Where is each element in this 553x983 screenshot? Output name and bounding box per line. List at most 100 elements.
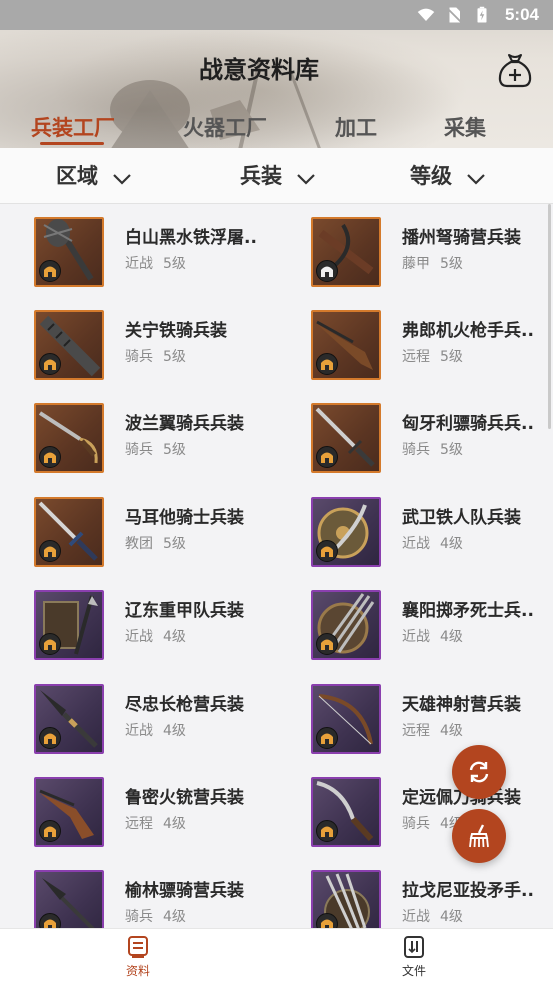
- clear-button[interactable]: [452, 809, 506, 863]
- item-level: 4级: [163, 816, 186, 832]
- item-type: 藤甲: [402, 256, 430, 272]
- item-name: 弗郎机火枪手兵..: [402, 321, 534, 341]
- item-thumbnail: [311, 777, 381, 847]
- item-name: 襄阳掷矛死士兵..: [402, 601, 534, 621]
- helmet-badge-icon: [39, 446, 61, 468]
- helmet-badge-icon: [316, 727, 338, 749]
- item-thumbnail: [34, 497, 104, 567]
- item-name: 辽东重甲队兵装: [125, 601, 244, 621]
- filter-level-label: 等级: [410, 164, 452, 188]
- filter-level[interactable]: 等级: [410, 160, 486, 190]
- tab-firearm-factory[interactable]: 火器工厂: [183, 112, 267, 142]
- helmet-badge-icon: [316, 353, 338, 375]
- helmet-badge-icon: [316, 540, 338, 562]
- item-level: 4级: [440, 629, 463, 645]
- no-sim-icon: [446, 7, 462, 23]
- item-type: 近战: [125, 723, 153, 739]
- nav-item-files[interactable]: 文件: [384, 935, 444, 979]
- item-name: 白山黑水铁浮屠..: [125, 228, 257, 248]
- item-thumbnail: [34, 777, 104, 847]
- item-level: 5级: [440, 442, 463, 458]
- item-name: 关宁铁骑兵装: [125, 321, 227, 341]
- item-level: 5级: [163, 256, 186, 272]
- wifi-icon: [417, 8, 435, 21]
- item-type: 近战: [402, 629, 430, 645]
- refresh-button[interactable]: [452, 745, 506, 799]
- broom-icon: [469, 824, 489, 848]
- list-item[interactable]: 拉戈尼亚投矛手.. 近战 4级: [311, 870, 553, 928]
- item-thumbnail: [311, 497, 381, 567]
- list-item[interactable]: 武卫铁人队兵装 近战 4级: [311, 497, 553, 577]
- helmet-badge-icon: [316, 446, 338, 468]
- bottom-nav: 资料 文件: [0, 928, 553, 983]
- item-name: 波兰翼骑兵兵装: [125, 414, 244, 434]
- helmet-badge-icon: [39, 820, 61, 842]
- active-tab-indicator: [40, 142, 104, 145]
- list-item[interactable]: 匈牙利骠骑兵兵.. 骑兵 5级: [311, 403, 553, 483]
- item-name: 尽忠长枪营兵装: [125, 695, 244, 715]
- filter-region[interactable]: 区域: [56, 160, 132, 190]
- nav-item-database[interactable]: 资料: [108, 935, 168, 979]
- helmet-badge-icon: [39, 633, 61, 655]
- item-name: 榆林骠骑营兵装: [125, 881, 244, 901]
- helmet-badge-icon: [39, 353, 61, 375]
- tab-armory-factory[interactable]: 兵装工厂: [31, 112, 115, 142]
- nav-label: 文件: [401, 964, 426, 978]
- scrollbar[interactable]: [548, 204, 551, 429]
- item-thumbnail: [311, 217, 381, 287]
- list-item[interactable]: 辽东重甲队兵装 近战 4级: [34, 590, 304, 670]
- status-bar: 5:04: [0, 0, 553, 30]
- item-type: 教团: [125, 536, 153, 552]
- item-name: 天雄神射营兵装: [402, 695, 521, 715]
- filter-equipment-label: 兵装: [240, 164, 282, 188]
- item-thumbnail: [34, 684, 104, 754]
- list-item[interactable]: 播州弩骑营兵装 藤甲 5级: [311, 217, 553, 297]
- item-name: 武卫铁人队兵装: [402, 508, 521, 528]
- helmet-badge-icon: [39, 260, 61, 282]
- item-type: 近战: [402, 536, 430, 552]
- item-type: 远程: [402, 723, 430, 739]
- chevron-down-icon: [113, 174, 131, 185]
- helmet-badge-icon: [39, 727, 61, 749]
- item-thumbnail: [311, 403, 381, 473]
- item-thumbnail: [311, 870, 381, 928]
- refresh-icon: [469, 761, 489, 783]
- item-level: 4级: [163, 723, 186, 739]
- item-level: 4级: [440, 536, 463, 552]
- list-item[interactable]: 马耳他骑士兵装 教团 5级: [34, 497, 304, 577]
- item-type: 近战: [125, 256, 153, 272]
- status-time: 5:04: [504, 5, 539, 24]
- item-thumbnail: [34, 217, 104, 287]
- list-item[interactable]: 尽忠长枪营兵装 近战 4级: [34, 684, 304, 764]
- list-item[interactable]: 关宁铁骑兵装 骑兵 5级: [34, 310, 304, 390]
- item-type: 近战: [125, 629, 153, 645]
- helmet-badge-icon: [39, 913, 61, 928]
- item-thumbnail: [34, 590, 104, 660]
- list-item[interactable]: 白山黑水铁浮屠.. 近战 5级: [34, 217, 304, 297]
- item-name: 拉戈尼亚投矛手..: [402, 881, 534, 901]
- list-item[interactable]: 弗郎机火枪手兵.. 远程 5级: [311, 310, 553, 390]
- page-title: 战意资料库: [199, 56, 319, 84]
- list-item[interactable]: 波兰翼骑兵兵装 骑兵 5级: [34, 403, 304, 483]
- filter-equipment[interactable]: 兵装: [240, 160, 316, 190]
- list-item[interactable]: 定远佩刀骑兵装 骑兵 4级: [311, 777, 553, 857]
- item-type: 骑兵: [125, 442, 153, 458]
- item-name: 播州弩骑营兵装: [402, 228, 521, 248]
- item-level: 4级: [440, 909, 463, 925]
- item-type: 远程: [402, 349, 430, 365]
- item-level: 5级: [163, 536, 186, 552]
- item-level: 4级: [440, 723, 463, 739]
- tab-processing[interactable]: 加工: [335, 112, 377, 142]
- list-item[interactable]: 天雄神射营兵装 远程 4级: [311, 684, 553, 764]
- add-bag-button[interactable]: [496, 52, 534, 88]
- item-name: 匈牙利骠骑兵兵..: [402, 414, 534, 434]
- helmet-badge-icon: [39, 540, 61, 562]
- filter-region-label: 区域: [56, 164, 98, 188]
- chevron-down-icon: [297, 174, 315, 185]
- list-item[interactable]: 榆林骠骑营兵装 骑兵 4级: [34, 870, 304, 928]
- book-icon: [128, 936, 148, 958]
- tab-gathering[interactable]: 采集: [444, 112, 486, 142]
- item-thumbnail: [34, 310, 104, 380]
- list-item[interactable]: 鲁密火铳营兵装 远程 4级: [34, 777, 304, 857]
- list-item[interactable]: 襄阳掷矛死士兵.. 近战 4级: [311, 590, 553, 670]
